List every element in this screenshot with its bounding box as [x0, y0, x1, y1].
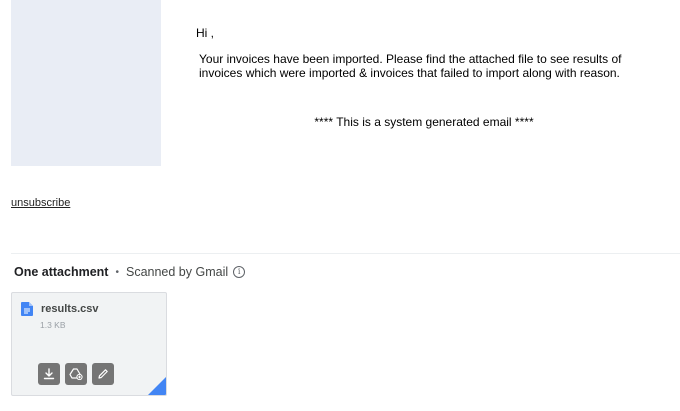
attachment-header: One attachment • Scanned by Gmail i — [14, 265, 246, 279]
greeting: Hi , — [196, 26, 214, 40]
divider — [11, 253, 680, 254]
download-button[interactable] — [38, 363, 60, 385]
attachment-count: One attachment — [14, 265, 109, 279]
download-icon — [43, 368, 55, 380]
file-name: results.csv — [41, 303, 99, 315]
folded-corner-icon — [148, 377, 166, 395]
email-body: Hi , Your invoices have been imported. P… — [196, 26, 666, 129]
email-view: Hi , Your invoices have been imported. P… — [0, 0, 680, 411]
info-icon[interactable]: i — [233, 266, 246, 278]
system-note: **** This is a system generated email **… — [314, 115, 534, 129]
add-to-drive-icon — [69, 368, 83, 380]
edit-button[interactable] — [92, 363, 114, 385]
message: Your invoices have been imported. Please… — [196, 52, 666, 80]
message-line: Your invoices have been imported. Please… — [199, 52, 622, 66]
unsubscribe-link[interactable]: unsubscribe — [11, 197, 70, 209]
add-to-drive-button[interactable] — [65, 363, 87, 385]
separator-dot: • — [115, 266, 119, 278]
file-row: results.csv — [21, 302, 98, 316]
logo-placeholder — [11, 0, 161, 166]
attachment-card[interactable]: results.csv 1.3 KB — [11, 292, 167, 396]
scan-status: Scanned by Gmail — [125, 265, 229, 279]
message-line: invoices which were imported & invoices … — [199, 66, 620, 80]
file-size: 1.3 KB — [40, 320, 66, 330]
edit-icon — [98, 369, 108, 379]
attachment-actions — [38, 363, 114, 385]
document-icon — [21, 302, 33, 316]
